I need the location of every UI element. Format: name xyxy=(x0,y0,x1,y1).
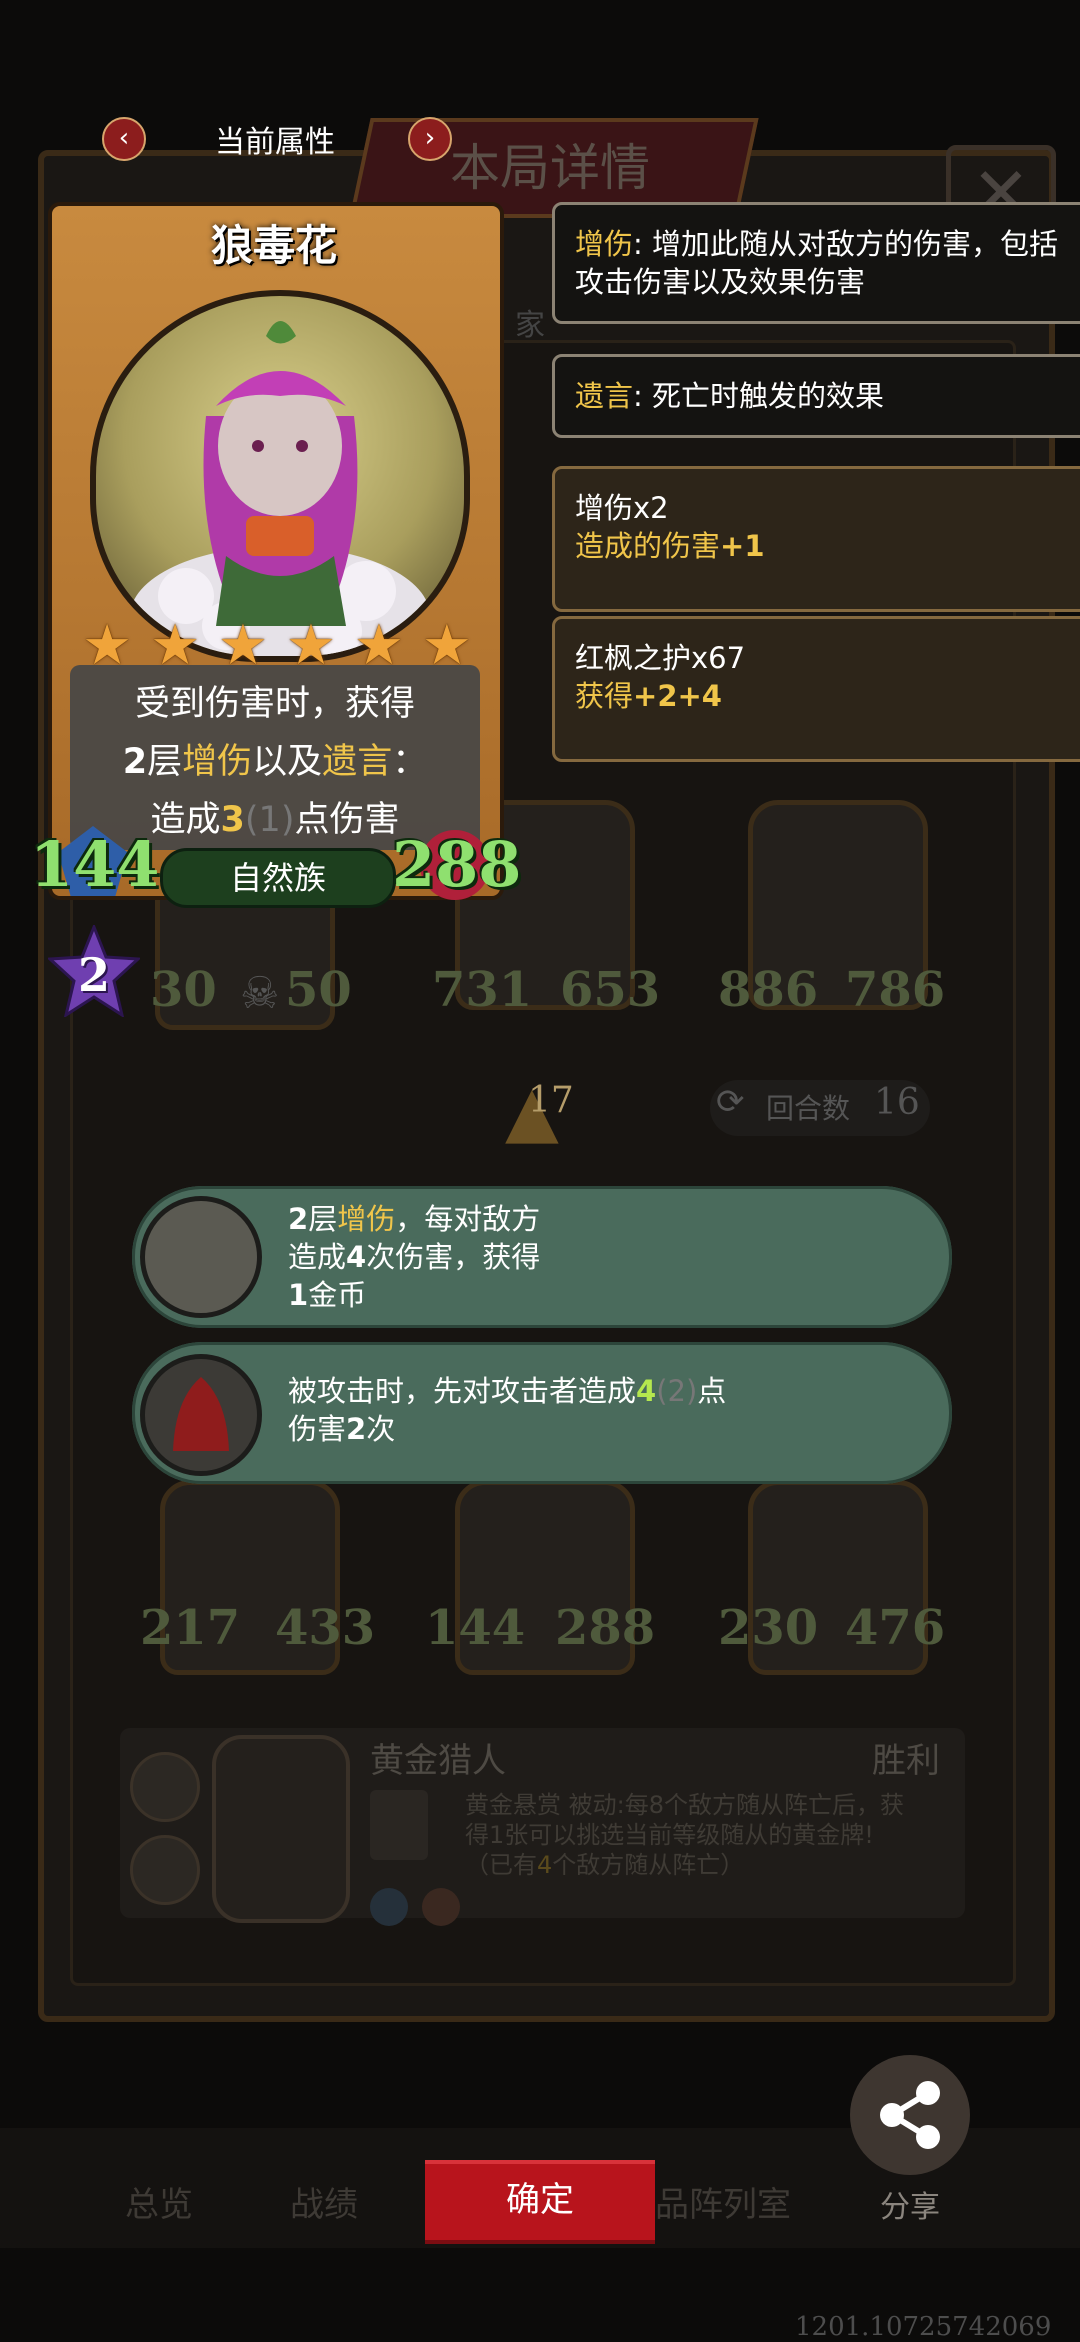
red-cloak-icon xyxy=(140,1354,262,1476)
effect-tooltip: 被攻击时，先对攻击者造成4(2)点 伤害2次 xyxy=(132,1342,952,1484)
tab-record[interactable]: 战绩 xyxy=(290,2177,358,2226)
tab-lineup[interactable]: 品阵列室 xyxy=(655,2177,791,2226)
effect-tooltip: 2层增伤，每对敌方 造成4次伤害，获得 1金币 xyxy=(132,1186,952,1328)
next-arrow-button[interactable]: › xyxy=(408,117,452,161)
card-portrait xyxy=(90,290,470,662)
hero-name: 黄金猎人 xyxy=(370,1741,506,1781)
version-text: 1201.10725742069 xyxy=(795,2312,1052,2342)
keyword-tooltip-deathrattle: 遗言: 死亡时触发的效果 xyxy=(552,354,1080,438)
sword-icon[interactable] xyxy=(130,1752,200,1822)
book-icon[interactable] xyxy=(130,1835,200,1905)
buff-box-damage-boost: 增伤x2 造成的伤害+1 xyxy=(552,466,1080,612)
equipment-icon xyxy=(370,1888,408,1926)
card-health: 288 xyxy=(392,828,522,901)
tab-overview[interactable]: 总览 xyxy=(125,2177,193,2226)
hero-portrait[interactable] xyxy=(212,1735,350,1923)
tier-counter: 17 xyxy=(528,1080,574,1121)
minion-attack: 30 xyxy=(150,962,217,1018)
share-icon xyxy=(880,2081,940,2149)
skill-icon xyxy=(370,1790,428,1860)
nav-title: 当前属性 xyxy=(215,125,335,160)
minion-health: 288 xyxy=(555,1600,656,1656)
card-tier: 2 xyxy=(77,948,110,1002)
buff-box-maple-guard: 红枫之护x67 获得+2+4 xyxy=(552,616,1080,762)
card-description: 受到伤害时，获得 2层增伤以及遗言： 造成3(1)点伤害 xyxy=(70,665,480,850)
card-attack: 144 xyxy=(30,828,160,901)
keyword-tooltip-damage-boost: 增伤: 增加此随从对敌方的伤害，包括攻击伤害以及效果伤害 xyxy=(552,202,1080,324)
minion-health: 786 xyxy=(845,962,946,1018)
character-illustration xyxy=(130,321,430,656)
minion-health: 653 xyxy=(560,962,661,1018)
minion-health: 476 xyxy=(845,1600,946,1656)
minion-attack: 230 xyxy=(718,1600,819,1656)
card-name: 狼毒花 xyxy=(210,221,337,270)
cannon-icon xyxy=(140,1196,262,1318)
minion-attack: 144 xyxy=(425,1600,526,1656)
minion-health: 50 xyxy=(285,962,352,1018)
share-label[interactable]: 分享 xyxy=(840,2182,980,2226)
bg-label: 家 xyxy=(515,308,545,343)
hero-skill-desc: 黄金悬赏 被动:每8个敌方随从阵亡后，获 得1张可以挑选当前等级随从的黄金牌! … xyxy=(465,1791,904,1879)
minion-attack: 731 xyxy=(432,962,533,1018)
tribe-badge: 自然族 xyxy=(160,848,396,908)
turn-label: 回合数 xyxy=(766,1092,851,1125)
refresh-icon: ⟳ xyxy=(716,1082,745,1122)
prev-arrow-button[interactable]: ‹ xyxy=(102,117,146,161)
confirm-button[interactable]: 确定 xyxy=(425,2160,655,2244)
turn-value: 16 xyxy=(874,1082,920,1123)
minion-health: 433 xyxy=(275,1600,376,1656)
share-button[interactable] xyxy=(850,2055,970,2175)
equipment-icon xyxy=(422,1888,460,1926)
minion-attack: 886 xyxy=(718,962,819,1018)
skull-icon: ☠ xyxy=(240,968,280,1019)
minion-attack: 217 xyxy=(140,1600,241,1656)
battle-result: 胜利 xyxy=(872,1741,940,1781)
